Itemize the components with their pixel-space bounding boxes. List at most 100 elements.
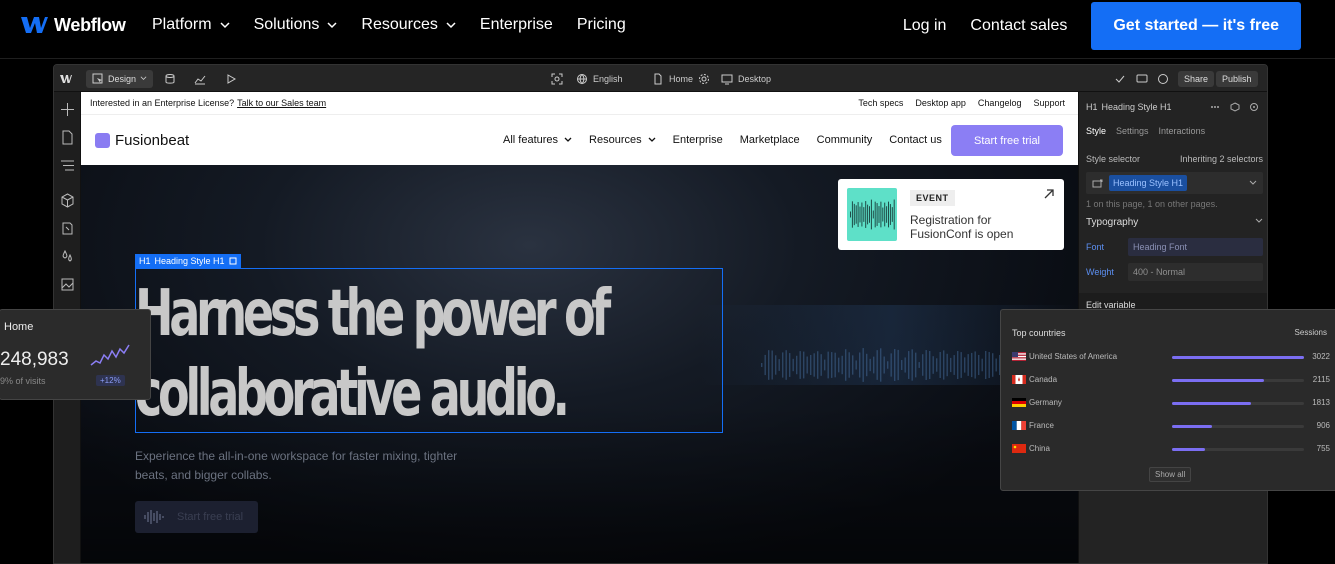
fusionbeat-logo-icon — [95, 133, 110, 148]
font-field[interactable]: Heading Font — [1128, 238, 1263, 256]
preview-play-icon[interactable] — [225, 73, 237, 85]
contact-sales-link[interactable]: Contact sales — [970, 17, 1067, 35]
nav-link-label: Platform — [152, 16, 212, 33]
comments-icon[interactable] — [1136, 73, 1148, 85]
banner-link-support[interactable]: Support — [1033, 98, 1065, 108]
home-analytics-card[interactable]: Home 248,983 9% of visits +12% — [0, 309, 151, 400]
session-count: 3022 — [1312, 352, 1330, 361]
site-link-community[interactable]: Community — [817, 134, 873, 146]
nav-link-pricing[interactable]: Pricing — [577, 16, 626, 34]
site-start-trial-button[interactable]: Start free trial — [951, 125, 1063, 156]
site-nav-links: All features Resources Enterprise Marketpla… — [503, 134, 942, 146]
locale-selector[interactable]: English — [576, 65, 623, 92]
share-button[interactable]: Share — [1178, 70, 1215, 87]
page-settings-gear-icon[interactable] — [698, 73, 710, 85]
weight-select[interactable]: 400 - Normal — [1128, 263, 1263, 281]
flag-cn-icon — [1012, 444, 1026, 453]
flag-fr-icon — [1012, 421, 1026, 430]
chat-icon[interactable] — [1157, 73, 1169, 85]
country-row: France 906 — [1012, 420, 1330, 432]
hero-start-trial-button[interactable]: Start free trial — [135, 501, 258, 533]
event-badge: EVENT — [910, 190, 955, 206]
country-name: China — [1029, 444, 1050, 453]
add-plus-icon[interactable] — [60, 102, 75, 117]
design-mode-button[interactable]: Design — [86, 69, 154, 88]
panel-tab-style[interactable]: Style — [1086, 126, 1106, 136]
webflow-w-icon[interactable] — [60, 73, 72, 85]
country-row: Germany 1813 — [1012, 397, 1330, 409]
h1-panel-tag: H1 — [1086, 102, 1098, 112]
show-all-button[interactable]: Show all — [1149, 467, 1192, 482]
chevron-down-icon — [446, 22, 456, 29]
panel-tab-settings[interactable]: Settings — [1116, 126, 1149, 136]
session-bar-track — [1172, 402, 1304, 405]
selector-chip[interactable]: Heading Style H1 — [1109, 175, 1188, 191]
nav-right: Log in Contact sales Get started — it's … — [903, 2, 1301, 50]
nav-link-enterprise[interactable]: Enterprise — [480, 16, 553, 34]
hero-subtext: Experience the all-in-one workspace for … — [135, 449, 458, 482]
site-link-all-features[interactable]: All features — [503, 134, 572, 146]
flag-de-icon — [1012, 398, 1026, 407]
typography-section[interactable]: Typography — [1086, 217, 1263, 228]
styles-drops-icon[interactable] — [60, 249, 75, 264]
nav-link-resources[interactable]: Resources — [361, 16, 456, 34]
designer-canvas[interactable]: Interested in an Enterprise License? Tal… — [81, 92, 1078, 563]
assets-image-icon[interactable] — [60, 277, 75, 292]
variables-icon[interactable] — [60, 221, 75, 236]
banner-link-changelog[interactable]: Changelog — [978, 98, 1022, 108]
session-count: 755 — [1316, 444, 1330, 453]
event-card[interactable]: EVENT Registration for FusionConf is ope… — [838, 179, 1064, 250]
nav-link-solutions[interactable]: Solutions — [254, 16, 338, 34]
hero-heading-line-2: collaborative audio. — [135, 357, 570, 431]
flag-ca-icon — [1012, 375, 1026, 384]
banner-sales-link[interactable]: Talk to our Sales team — [237, 98, 326, 108]
top-nav: Webflow Platform Solutions Resources Enterp… — [0, 0, 1335, 52]
page-selector[interactable]: Home — [652, 65, 710, 92]
nav-link-platform[interactable]: Platform — [152, 16, 230, 34]
more-dots-icon[interactable] — [1210, 103, 1220, 111]
nav-divider — [0, 58, 1335, 59]
site-link-resources[interactable]: Resources — [589, 134, 656, 146]
checkmark-icon[interactable] — [1114, 73, 1126, 85]
fusionbeat-logo[interactable]: Fusionbeat — [95, 132, 189, 149]
navigator-icon[interactable] — [60, 158, 75, 173]
nav-link-label: Enterprise — [479, 16, 553, 33]
nav-link-label: Pricing — [576, 16, 626, 33]
selector-field[interactable]: Heading Style H1 — [1086, 172, 1263, 194]
breakpoint-label: Desktop — [738, 73, 772, 84]
nav-link-label: Solutions — [253, 16, 320, 33]
site-banner: Interested in an Enterprise License? Tal… — [81, 92, 1078, 114]
site-link-contact-us[interactable]: Contact us — [889, 134, 942, 146]
analytics-icon[interactable] — [194, 73, 206, 85]
country-row: China 755 — [1012, 443, 1330, 455]
publish-button[interactable]: Publish — [1216, 70, 1258, 87]
country-name: Canada — [1029, 375, 1058, 384]
site-link-label: Marketplace — [739, 134, 800, 146]
nav-link-label: Resources — [361, 16, 438, 33]
webflow-logo[interactable]: Webflow — [20, 14, 126, 36]
focus-icon[interactable] — [551, 73, 563, 85]
banner-link-desktop-app[interactable]: Desktop app — [915, 98, 966, 108]
get-started-button[interactable]: Get started — it's free — [1091, 2, 1301, 50]
site-link-marketplace[interactable]: Marketplace — [740, 134, 800, 146]
pages-icon[interactable] — [60, 130, 75, 145]
session-count: 906 — [1316, 421, 1330, 430]
selection-tag[interactable]: H1 Heading Style H1 — [135, 254, 241, 268]
panel-tab-interactions[interactable]: Interactions — [1159, 126, 1206, 136]
target-icon[interactable] — [1249, 102, 1259, 112]
breakpoint-selector[interactable]: Desktop — [721, 65, 771, 92]
hero-heading[interactable]: Harness the power of collaborative audio… — [135, 274, 725, 434]
banner-link-tech-specs[interactable]: Tech specs — [858, 98, 903, 108]
locale-label: English — [593, 73, 623, 84]
component-icon[interactable] — [1230, 102, 1240, 112]
login-link[interactable]: Log in — [903, 17, 947, 35]
site-link-label: All features — [503, 134, 559, 146]
site-link-enterprise[interactable]: Enterprise — [673, 134, 723, 146]
session-bar — [1172, 425, 1212, 428]
components-cube-icon[interactable] — [60, 193, 75, 208]
top-countries-card: Top countries Sessions United States of … — [1000, 309, 1335, 491]
sparkline-chart — [90, 344, 130, 366]
cms-database-icon[interactable] — [164, 73, 176, 85]
hero-section: EVENT Registration for FusionConf is ope… — [81, 165, 1078, 563]
country-name: Germany — [1029, 398, 1062, 407]
